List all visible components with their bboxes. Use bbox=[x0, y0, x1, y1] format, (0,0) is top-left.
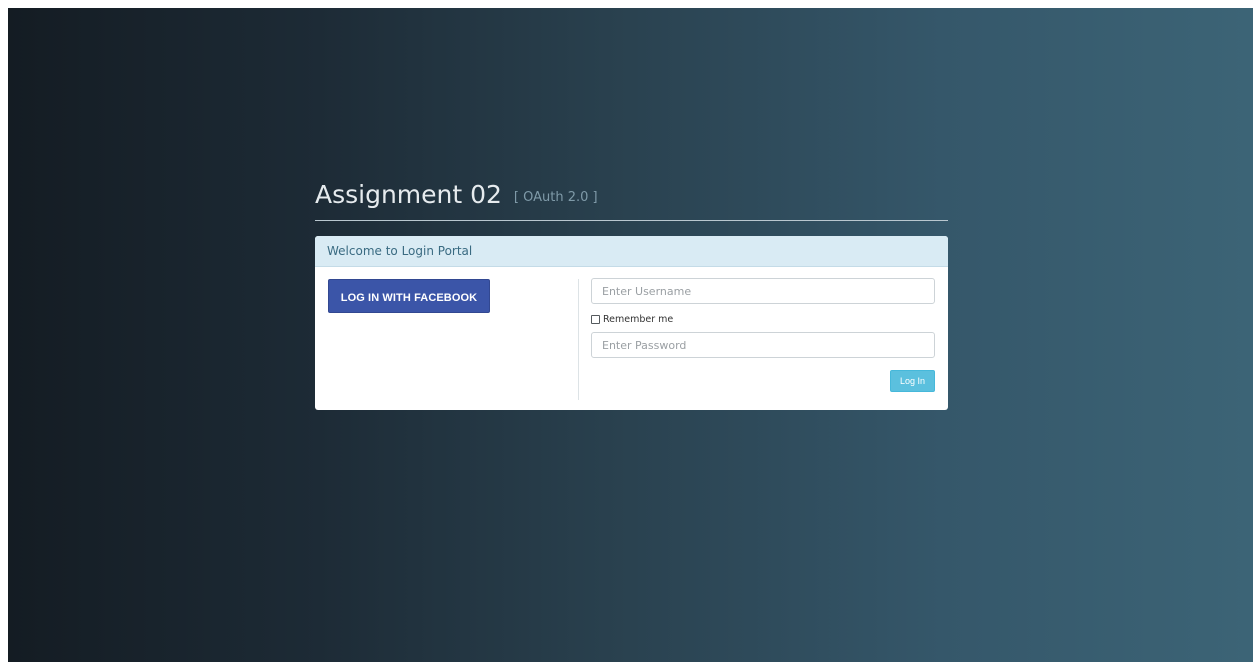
facebook-login-button[interactable]: LOG IN WITH FACEBOOK bbox=[328, 279, 490, 313]
page-title: Assignment 02 [ OAuth 2.0 ] bbox=[315, 176, 948, 214]
page-subtitle: [ OAuth 2.0 ] bbox=[513, 190, 598, 205]
title-divider bbox=[315, 220, 948, 221]
login-panel: Welcome to Login Portal LOG IN WITH FACE… bbox=[315, 236, 948, 410]
login-container: Assignment 02 [ OAuth 2.0 ] Welcome to L… bbox=[315, 176, 948, 410]
login-row: Log In bbox=[591, 370, 935, 392]
panel-heading: Welcome to Login Portal bbox=[315, 236, 948, 267]
vertical-divider bbox=[578, 279, 579, 400]
page-background: Assignment 02 [ OAuth 2.0 ] Welcome to L… bbox=[8, 8, 1253, 662]
remember-me-checkbox[interactable] bbox=[591, 314, 600, 324]
page-title-text: Assignment 02 bbox=[315, 180, 502, 209]
username-input[interactable] bbox=[591, 278, 935, 304]
remember-me-label: Remember me bbox=[603, 313, 674, 325]
login-button[interactable]: Log In bbox=[889, 370, 935, 392]
password-input[interactable] bbox=[591, 332, 935, 358]
remember-me-row: Remember me bbox=[591, 310, 935, 328]
login-form: Remember me Log In bbox=[591, 278, 935, 392]
panel-body: LOG IN WITH FACEBOOK Remember me Log In bbox=[315, 267, 948, 410]
